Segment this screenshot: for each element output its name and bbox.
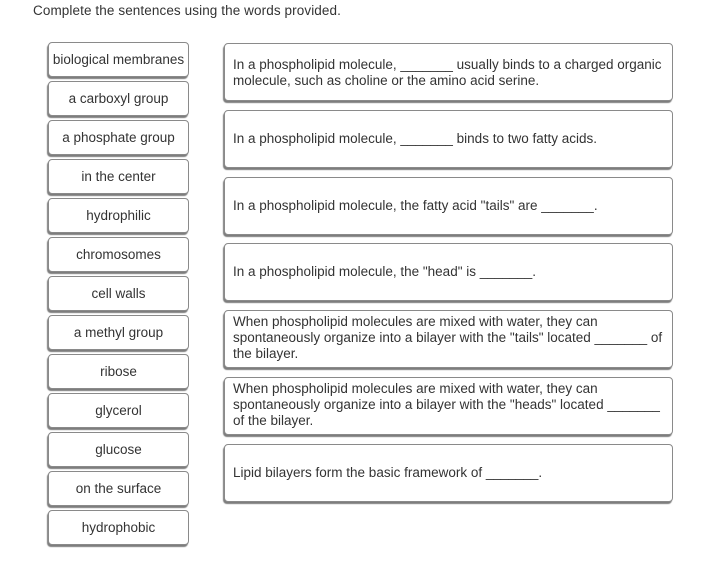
sentence-text: In a phospholipid molecule, the fatty ac… bbox=[233, 198, 598, 213]
word-tile[interactable]: hydrophobic bbox=[48, 510, 189, 545]
sentence-drop-target[interactable]: In a phospholipid molecule, the fatty ac… bbox=[224, 177, 673, 235]
word-tile[interactable]: biological membranes bbox=[48, 42, 189, 77]
word-tile[interactable]: on the surface bbox=[48, 471, 189, 506]
sentence-drop-target[interactable]: In a phospholipid molecule, the "head" i… bbox=[224, 243, 673, 301]
word-tile[interactable]: hydrophilic bbox=[48, 198, 189, 233]
sentence-list: In a phospholipid molecule, _______ usua… bbox=[224, 43, 674, 502]
word-tile[interactable]: glycerol bbox=[48, 393, 189, 428]
word-bank: biological membranes a carboxyl group a … bbox=[48, 42, 190, 549]
word-tile[interactable]: a methyl group bbox=[48, 315, 189, 350]
word-tile[interactable]: chromosomes bbox=[48, 237, 189, 272]
word-tile[interactable]: glucose bbox=[48, 432, 189, 467]
sentence-drop-target[interactable]: In a phospholipid molecule, _______ usua… bbox=[224, 43, 673, 101]
sentence-text: In a phospholipid molecule, _______ usua… bbox=[233, 57, 662, 88]
sentence-text: Lipid bilayers form the basic framework … bbox=[233, 465, 543, 480]
instructions-text: Complete the sentences using the words p… bbox=[33, 3, 341, 18]
word-tile[interactable]: in the center bbox=[48, 159, 189, 194]
word-tile[interactable]: cell walls bbox=[48, 276, 189, 311]
sentence-drop-target[interactable]: Lipid bilayers form the basic framework … bbox=[224, 444, 673, 502]
sentence-text: When phospholipid molecules are mixed wi… bbox=[233, 314, 663, 361]
sentence-drop-target[interactable]: In a phospholipid molecule, _______ bind… bbox=[224, 110, 673, 168]
word-tile[interactable]: ribose bbox=[48, 354, 189, 389]
sentence-drop-target[interactable]: When phospholipid molecules are mixed wi… bbox=[224, 310, 673, 368]
word-tile[interactable]: a carboxyl group bbox=[48, 81, 189, 116]
word-tile[interactable]: a phosphate group bbox=[48, 120, 189, 155]
sentence-text: In a phospholipid molecule, _______ bind… bbox=[233, 131, 597, 146]
sentence-drop-target[interactable]: When phospholipid molecules are mixed wi… bbox=[224, 377, 673, 435]
sentence-text: When phospholipid molecules are mixed wi… bbox=[233, 381, 660, 428]
sentence-text: In a phospholipid molecule, the "head" i… bbox=[233, 264, 537, 279]
